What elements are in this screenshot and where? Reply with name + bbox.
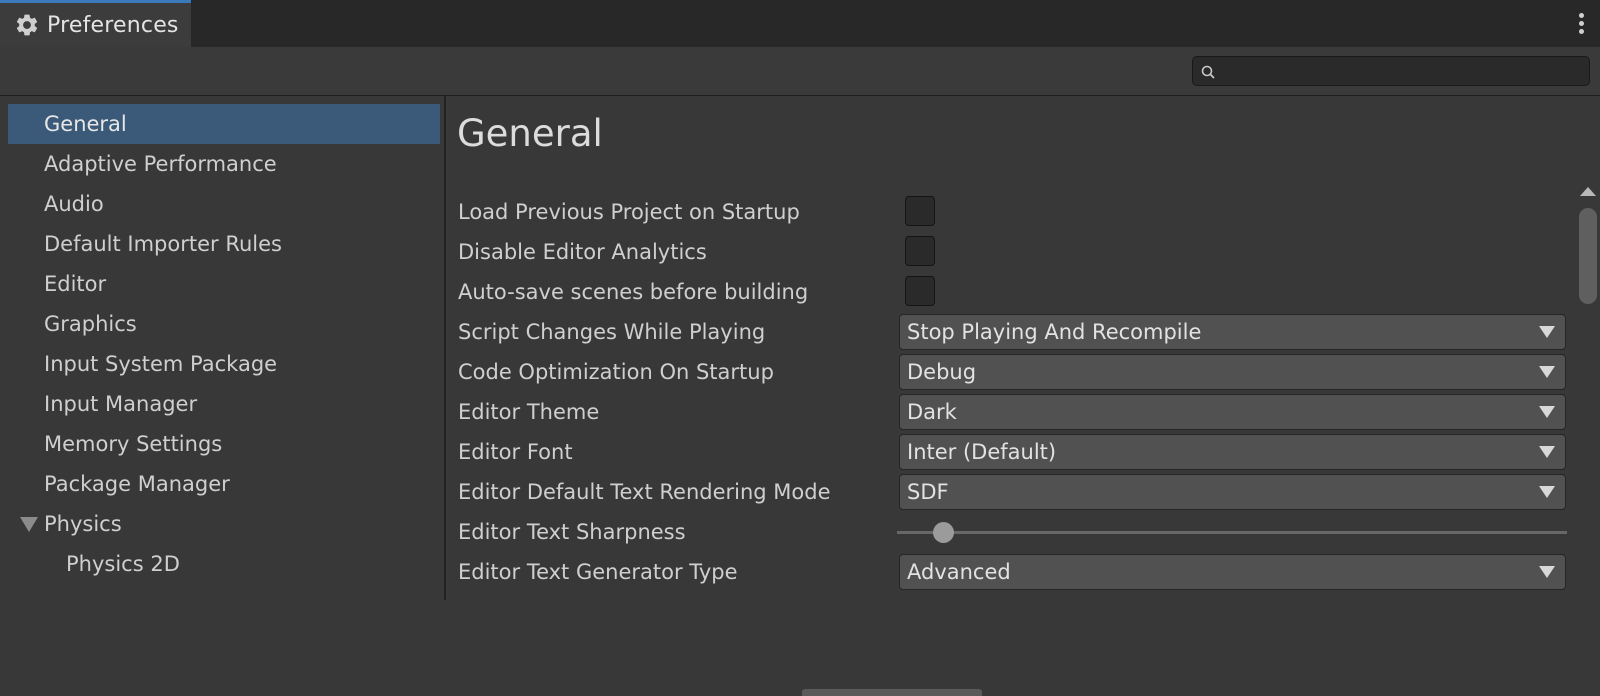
sidebar: General Adaptive Performance Audio Defau…	[0, 96, 446, 600]
disable-editor-analytics-checkbox[interactable]	[905, 236, 935, 266]
setting-label: Script Changes While Playing	[458, 320, 766, 344]
sidebar-item-label: Input System Package	[44, 352, 278, 376]
toolbar	[0, 47, 1600, 96]
setting-label: Editor Default Text Rendering Mode	[458, 480, 831, 504]
script-changes-dropdown[interactable]: Stop Playing And Recompile	[899, 314, 1566, 350]
sidebar-item-label: Editor	[44, 272, 107, 296]
chevron-down-icon	[1539, 446, 1555, 458]
settings-panel: General Load Previous Project on Startup…	[447, 96, 1600, 696]
sidebar-item-editor[interactable]: Editor	[8, 264, 440, 304]
editor-theme-dropdown[interactable]: Dark	[899, 394, 1566, 430]
sidebar-item-graphics[interactable]: Graphics	[8, 304, 440, 344]
dropdown-value: Inter (Default)	[907, 440, 1057, 464]
setting-label: Load Previous Project on Startup	[458, 200, 800, 224]
setting-label: Editor Text Generator Type	[458, 560, 738, 584]
chevron-down-icon	[1539, 366, 1555, 378]
dropdown-value: Dark	[907, 400, 957, 424]
sidebar-item-label: Physics 2D	[66, 552, 180, 576]
preferences-tab[interactable]: Preferences	[0, 0, 191, 47]
chevron-down-icon	[1539, 486, 1555, 498]
scroll-up-arrow-icon[interactable]	[1580, 187, 1596, 196]
text-rendering-mode-dropdown[interactable]: SDF	[899, 474, 1566, 510]
sidebar-item-input-manager[interactable]: Input Manager	[8, 384, 440, 424]
text-generator-type-dropdown[interactable]: Advanced	[899, 554, 1566, 590]
search-input[interactable]	[1192, 56, 1590, 86]
sidebar-item-default-importer-rules[interactable]: Default Importer Rules	[8, 224, 440, 264]
setting-label: Auto-save scenes before building	[458, 280, 809, 304]
chevron-down-icon	[1539, 406, 1555, 418]
setting-label: Editor Theme	[458, 400, 600, 424]
sidebar-item-adaptive-performance[interactable]: Adaptive Performance	[8, 144, 440, 184]
more-options-icon[interactable]	[1576, 10, 1586, 38]
text-sharpness-slider-handle[interactable]	[933, 522, 955, 543]
dropdown-value: Debug	[907, 360, 977, 384]
sidebar-item-audio[interactable]: Audio	[8, 184, 440, 224]
sidebar-item-label: Adaptive Performance	[44, 152, 277, 176]
sidebar-item-general[interactable]: General	[8, 104, 440, 144]
page-title: General	[457, 112, 603, 155]
chevron-down-icon	[1539, 326, 1555, 338]
sidebar-item-memory-settings[interactable]: Memory Settings	[8, 424, 440, 464]
chevron-down-icon	[1539, 566, 1555, 578]
sidebar-item-label: Audio	[44, 192, 104, 216]
editor-font-dropdown[interactable]: Inter (Default)	[899, 434, 1566, 470]
sidebar-item-package-manager[interactable]: Package Manager	[8, 464, 440, 504]
expand-arrow-icon[interactable]	[20, 517, 38, 532]
sidebar-item-input-system-package[interactable]: Input System Package	[8, 344, 440, 384]
sidebar-item-label: General	[44, 112, 127, 136]
window-titlebar: Preferences	[0, 0, 1600, 47]
sidebar-item-physics[interactable]: Physics	[8, 504, 440, 544]
dropdown-value: SDF	[907, 480, 949, 504]
setting-label: Editor Font	[458, 440, 573, 464]
setting-label: Disable Editor Analytics	[458, 240, 707, 264]
text-sharpness-slider-track[interactable]	[897, 531, 1567, 534]
sidebar-item-label: Graphics	[44, 312, 137, 336]
sidebar-item-physics-2d[interactable]: Physics 2D	[8, 544, 440, 584]
window-title: Preferences	[47, 12, 179, 38]
setting-label: Code Optimization On Startup	[458, 360, 774, 384]
gear-icon	[14, 12, 40, 38]
sidebar-item-label: Default Importer Rules	[44, 232, 282, 256]
load-previous-project-checkbox[interactable]	[905, 196, 935, 226]
dropdown-value: Stop Playing And Recompile	[907, 320, 1202, 344]
sidebar-item-label: Input Manager	[44, 392, 198, 416]
scrollbar-thumb[interactable]	[1579, 208, 1597, 304]
code-optimization-dropdown[interactable]: Debug	[899, 354, 1566, 390]
dropdown-value: Advanced	[907, 560, 1011, 584]
sidebar-item-label: Package Manager	[44, 472, 230, 496]
popup-edge	[802, 689, 982, 696]
setting-label: Editor Text Sharpness	[458, 520, 686, 544]
auto-save-scenes-checkbox[interactable]	[905, 276, 935, 306]
sidebar-item-label: Physics	[44, 512, 122, 536]
sidebar-item-label: Memory Settings	[44, 432, 223, 456]
